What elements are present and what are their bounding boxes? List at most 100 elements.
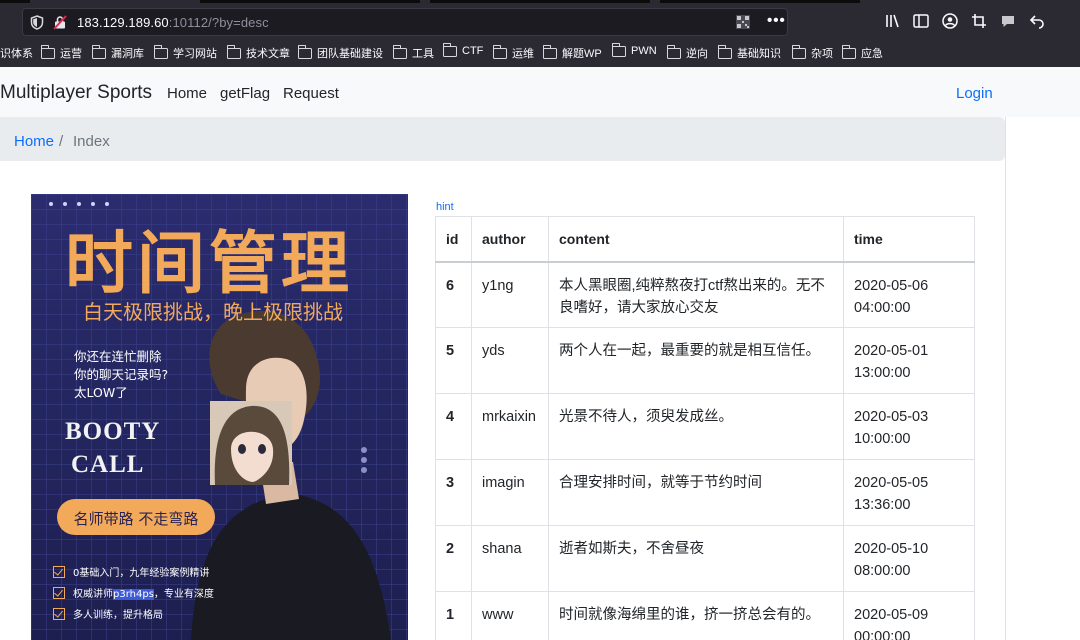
poster-highlight: p3rh4ps bbox=[113, 589, 154, 600]
poster-title: 时间管理 bbox=[65, 225, 354, 304]
url-text[interactable]: 183.129.189.60:10112/?by=desc bbox=[77, 15, 269, 30]
nav-link-getflag[interactable]: getFlag bbox=[220, 85, 270, 102]
checkbox-icon bbox=[53, 608, 65, 620]
bookmark-item[interactable]: 杂项 bbox=[791, 44, 833, 61]
folder-icon bbox=[542, 44, 557, 59]
cell-content: 合理安排时间，就等于节约时间 bbox=[548, 459, 844, 526]
table-header-row: id author content time bbox=[435, 216, 975, 263]
bookmark-item[interactable]: 基础知识 bbox=[717, 44, 781, 61]
cell-content: 光景不待人，须臾发成丝。 bbox=[548, 393, 844, 460]
folder-icon bbox=[297, 44, 312, 59]
column-header-id: id bbox=[435, 216, 472, 263]
bookmark-item[interactable]: 漏洞库 bbox=[91, 44, 144, 61]
cell-id: 3 bbox=[435, 459, 472, 526]
bookmark-label: 学习网站 bbox=[173, 48, 217, 60]
column-header-author: author bbox=[471, 216, 549, 263]
cell-time: 2020-05-01 13:00:00 bbox=[843, 327, 975, 394]
cell-author: imagin bbox=[471, 459, 549, 526]
bookmark-item[interactable]: PWN bbox=[611, 42, 657, 57]
bookmark-item[interactable]: 解题WP bbox=[542, 44, 602, 61]
shield-icon[interactable] bbox=[30, 15, 44, 30]
bookmark-label: 团队基础建设 bbox=[317, 48, 383, 60]
back-arrow-icon[interactable] bbox=[1028, 12, 1046, 30]
address-bar[interactable]: 183.129.189.60:10112/?by=desc ••• bbox=[22, 8, 788, 36]
folder-icon bbox=[442, 42, 457, 57]
folder-icon bbox=[492, 44, 507, 59]
tab-strip-edge bbox=[430, 0, 650, 3]
hint-link[interactable]: hint bbox=[436, 201, 454, 213]
bookmark-item[interactable]: 运维 bbox=[492, 44, 534, 61]
bookmark-label: 逆向 bbox=[686, 48, 708, 60]
nav-link-home[interactable]: Home bbox=[167, 85, 207, 102]
cell-author: yds bbox=[471, 327, 549, 394]
cell-author: shana bbox=[471, 525, 549, 592]
cell-author: mrkaixin bbox=[471, 393, 549, 460]
nav-link-request[interactable]: Request bbox=[283, 85, 339, 102]
bookmark-item[interactable]: 运营 bbox=[40, 44, 82, 61]
sidebar-icon[interactable] bbox=[912, 12, 930, 30]
tab-strip-edge bbox=[200, 0, 420, 3]
folder-icon bbox=[226, 44, 241, 59]
web-page: Multiplayer Sports Home getFlag Request … bbox=[0, 67, 1080, 640]
column-header-time: time bbox=[843, 216, 975, 263]
cell-id: 6 bbox=[435, 261, 472, 328]
bookmark-item[interactable]: 工具 bbox=[392, 44, 434, 61]
table-row: 6 y1ng 本人黑眼圈,纯粹熬夜打ctf熬出来的。无不良嗜好，请大家放心交友 … bbox=[435, 261, 975, 328]
cell-time: 2020-05-09 00:00:00 bbox=[843, 591, 975, 640]
folder-icon bbox=[40, 44, 55, 59]
site-brand[interactable]: Multiplayer Sports bbox=[0, 82, 152, 104]
bookmark-label: 解题WP bbox=[562, 48, 602, 60]
qr-code-icon[interactable] bbox=[736, 15, 750, 29]
checkbox-icon bbox=[53, 587, 65, 599]
folder-icon bbox=[717, 44, 732, 59]
insecure-lock-icon[interactable] bbox=[53, 15, 67, 30]
poster-feature-line: 多人训练，提升格局 bbox=[73, 610, 163, 621]
bookmark-item[interactable]: 学习网站 bbox=[153, 44, 217, 61]
breadcrumb-home-link[interactable]: Home bbox=[14, 133, 54, 150]
bookmark-item[interactable]: 团队基础建设 bbox=[297, 44, 383, 61]
folder-icon bbox=[611, 42, 626, 57]
poster-line-prefix: 权威讲师 bbox=[73, 589, 113, 600]
cell-author: y1ng bbox=[471, 261, 549, 328]
login-link[interactable]: Login bbox=[956, 85, 993, 102]
table-row: 3 imagin 合理安排时间，就等于节约时间 2020-05-05 13:36… bbox=[435, 459, 975, 526]
checkbox-icon bbox=[53, 566, 65, 578]
poster-booty: BOOTY bbox=[65, 418, 161, 445]
bookmark-item[interactable]: 逆向 bbox=[666, 44, 708, 61]
bookmark-item[interactable]: 识体系 bbox=[0, 45, 33, 61]
cell-id: 5 bbox=[435, 327, 472, 394]
bookmark-label: CTF bbox=[462, 45, 484, 57]
table-row: 5 yds 两个人在一起，最重要的就是相互信任。 2020-05-01 13:0… bbox=[435, 327, 975, 394]
folder-icon bbox=[153, 44, 168, 59]
library-icon[interactable] bbox=[884, 12, 902, 30]
chat-icon[interactable] bbox=[999, 12, 1017, 30]
bookmark-label: 运营 bbox=[60, 48, 82, 60]
messages-table: id author content time 6 y1ng 本人黑眼圈,纯粹熬夜… bbox=[435, 216, 975, 640]
poster-subtitle: 白天极限挑战，晚上极限挑战 bbox=[83, 300, 343, 324]
bookmark-item[interactable]: CTF bbox=[442, 42, 484, 57]
bookmark-item[interactable]: 应急 bbox=[841, 44, 883, 61]
bookmark-item[interactable]: 技术文章 bbox=[226, 44, 290, 61]
poster-pill: 名师带路 不走弯路 bbox=[57, 499, 215, 535]
tab-strip-edge bbox=[0, 0, 30, 3]
bookmarks-toolbar: 识体系 运营 漏洞库 学习网站 技术文章 团队基础建设 工具 CTF 运维 解题… bbox=[0, 40, 1080, 66]
cell-content: 逝者如斯夫，不舍昼夜 bbox=[548, 525, 844, 592]
breadcrumb: Home / Index bbox=[0, 117, 1005, 161]
browser-chrome: 183.129.189.60:10112/?by=desc ••• 识体系 运营 bbox=[0, 0, 1080, 67]
url-host: 183.129.189.60 bbox=[77, 15, 169, 30]
cell-time: 2020-05-10 08:00:00 bbox=[843, 525, 975, 592]
cell-content: 本人黑眼圈,纯粹熬夜打ctf熬出来的。无不良嗜好，请大家放心交友 bbox=[548, 261, 844, 328]
cell-time: 2020-05-05 13:36:00 bbox=[843, 459, 975, 526]
bookmark-label: PWN bbox=[631, 45, 657, 57]
table-row: 2 shana 逝者如斯夫，不舍昼夜 2020-05-10 08:00:00 bbox=[435, 525, 975, 592]
breadcrumb-separator: / bbox=[59, 133, 64, 150]
cell-id: 4 bbox=[435, 393, 472, 460]
account-icon[interactable] bbox=[941, 12, 959, 30]
bookmark-label: 基础知识 bbox=[737, 48, 781, 60]
poster-pill-text: 名师带路 不走弯路 bbox=[73, 510, 199, 528]
folder-icon bbox=[392, 44, 407, 59]
folder-icon bbox=[791, 44, 806, 59]
page-actions-icon[interactable]: ••• bbox=[767, 12, 786, 29]
crop-icon[interactable] bbox=[970, 12, 988, 30]
poster-line-suffix: ，专业有深度 bbox=[153, 589, 214, 600]
